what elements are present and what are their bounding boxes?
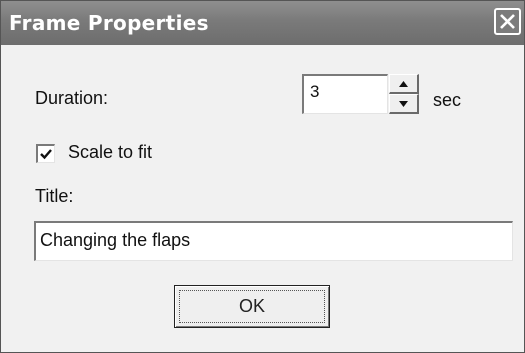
- title-field-label: Title:: [35, 186, 74, 206]
- duration-label: Duration:: [35, 88, 109, 108]
- frame-properties-dialog: Frame Properties Duration: 3 sec Scale t…: [0, 0, 525, 353]
- scale-to-fit-label[interactable]: Scale to fit: [68, 142, 152, 163]
- dialog-title: Frame Properties: [9, 11, 209, 35]
- checkmark-icon: [40, 149, 52, 160]
- focus-rectangle: [179, 290, 325, 323]
- duration-spin-down-button[interactable]: [389, 94, 419, 114]
- duration-input[interactable]: 3: [302, 74, 388, 114]
- duration-unit-label: sec: [433, 90, 462, 110]
- title-bar[interactable]: Frame Properties: [1, 1, 524, 45]
- triangle-down-icon: [399, 101, 408, 107]
- duration-spin-up-button[interactable]: [389, 74, 419, 94]
- title-input[interactable]: Changing the flaps: [34, 221, 513, 261]
- scale-to-fit-checkbox[interactable]: [36, 144, 55, 163]
- triangle-up-icon: [399, 81, 408, 87]
- close-icon: [500, 14, 515, 29]
- close-button[interactable]: [494, 8, 521, 35]
- ok-button[interactable]: OK: [174, 285, 330, 328]
